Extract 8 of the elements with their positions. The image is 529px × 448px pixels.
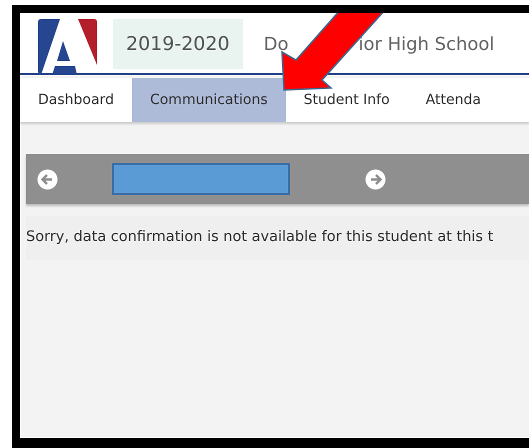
message-text: Sorry, data confirmation is not available for this student at this t (26, 228, 494, 248)
school-name: ior High School (358, 32, 494, 56)
school-year[interactable]: 2019-2020 (113, 19, 243, 69)
school-name: Do (264, 32, 288, 56)
nav-tab[interactable]: Attenda (408, 78, 499, 122)
nav-tab[interactable]: Communications (132, 78, 286, 122)
nav-tab[interactable]: Dashboard (20, 78, 132, 122)
nav-tab[interactable]: Student Info (286, 78, 408, 122)
